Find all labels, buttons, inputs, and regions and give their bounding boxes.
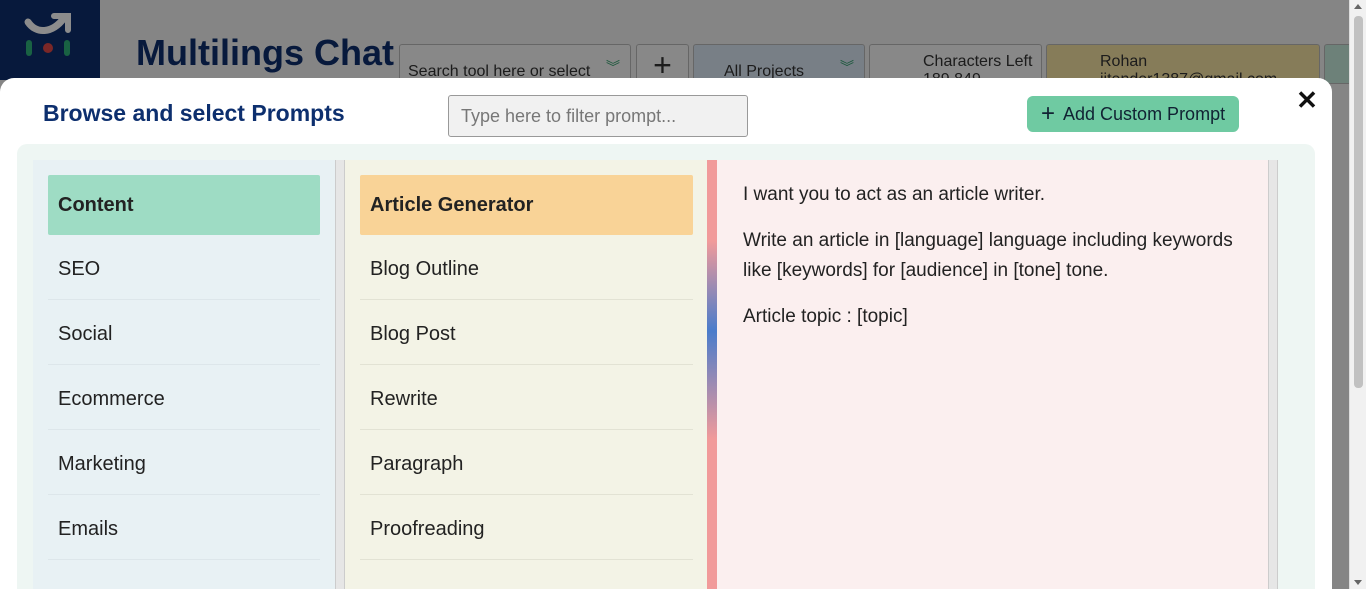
prompt-label: Proofreading: [370, 518, 485, 540]
prompt-detail-line: I want you to act as an article writer.: [743, 184, 1046, 205]
modal-title: Browse and select Prompts: [43, 100, 345, 126]
prompt-label: Article Generator: [370, 193, 534, 216]
category-item-seo[interactable]: SEO: [48, 240, 320, 300]
category-item-ecommerce[interactable]: Ecommerce: [48, 370, 320, 430]
prompt-item-blog-post[interactable]: Blog Post: [360, 305, 693, 365]
prompt-item-paragraph[interactable]: Paragraph: [360, 435, 693, 495]
page-scrollbar[interactable]: [1349, 0, 1366, 589]
category-label: Ecommerce: [58, 388, 165, 410]
prompt-detail-line: Article topic : [topic]: [743, 306, 908, 327]
plus-icon: +: [1041, 100, 1056, 127]
category-list: Content SEO Social Ecommerce Marketing E…: [33, 160, 336, 589]
category-item-emails[interactable]: Emails: [48, 500, 320, 560]
prompt-browser: Content SEO Social Ecommerce Marketing E…: [17, 144, 1315, 589]
prompt-item-article-generator[interactable]: Article Generator: [360, 175, 693, 235]
detail-scrollbar[interactable]: [1268, 160, 1278, 589]
category-label: Marketing: [58, 453, 146, 475]
add-custom-prompt-button[interactable]: + Add Custom Prompt: [1027, 96, 1239, 132]
prompt-detail-text: I want you to act as an article writer. …: [743, 180, 1243, 348]
add-custom-prompt-label: Add Custom Prompt: [1063, 103, 1226, 124]
prompt-scrollbar[interactable]: [707, 160, 717, 589]
prompt-label: Paragraph: [370, 453, 464, 475]
prompt-list: Article Generator Blog Outline Blog Post…: [345, 160, 707, 589]
category-label: SEO: [58, 258, 101, 280]
category-item-social[interactable]: Social: [48, 305, 320, 365]
category-item-marketing[interactable]: Marketing: [48, 435, 320, 495]
scroll-up-icon[interactable]: [1354, 4, 1362, 9]
prompt-filter-input[interactable]: [448, 95, 748, 137]
category-item-content[interactable]: Content: [48, 175, 320, 235]
prompts-modal: Browse and select Prompts + Add Custom P…: [0, 78, 1332, 589]
prompt-label: Rewrite: [370, 388, 438, 410]
category-label: Emails: [58, 518, 119, 540]
prompt-label: Blog Post: [370, 323, 456, 345]
prompt-detail-line: Write an article in [language] language …: [743, 230, 1233, 281]
scroll-down-icon[interactable]: [1354, 580, 1362, 585]
prompt-item-rewrite[interactable]: Rewrite: [360, 370, 693, 430]
category-label: Content: [58, 193, 134, 216]
prompt-item-blog-outline[interactable]: Blog Outline: [360, 240, 693, 300]
category-scrollbar[interactable]: [335, 160, 345, 589]
scrollbar-thumb[interactable]: [1354, 16, 1363, 388]
prompt-item-proofreading[interactable]: Proofreading: [360, 500, 693, 560]
close-icon[interactable]: ✕: [1295, 87, 1319, 113]
prompt-label: Blog Outline: [370, 258, 479, 280]
category-label: Social: [58, 323, 113, 345]
prompt-detail: I want you to act as an article writer. …: [717, 160, 1268, 589]
